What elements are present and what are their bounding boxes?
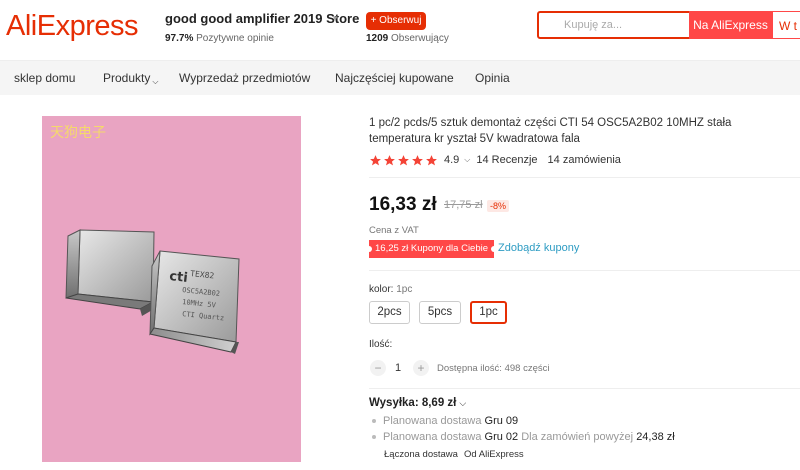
- star-icon: [370, 154, 381, 165]
- followers-label: Obserwujący: [391, 33, 449, 44]
- option-1pc[interactable]: 1pc: [470, 301, 507, 324]
- divider: [369, 388, 800, 389]
- delivery-date: Gru 02: [484, 431, 519, 443]
- followers-count: 1209 Obserwujący: [366, 33, 449, 44]
- quantity-value[interactable]: 1: [395, 362, 401, 374]
- nav-label: sklep domu: [14, 71, 76, 85]
- get-coupons-link[interactable]: Zdobądź kupony: [498, 242, 579, 254]
- nav-label: Wyprzedaż przedmiotów: [179, 71, 311, 85]
- star-icon: [384, 154, 395, 165]
- option-2pcs[interactable]: 2pcs: [369, 301, 410, 324]
- star-icon: [398, 154, 409, 165]
- followers-number: 1209: [366, 33, 389, 44]
- nav-label: Produkty: [103, 71, 151, 85]
- divider: [369, 270, 800, 271]
- coupon-badge[interactable]: 16,25 zł Kupony dla Ciebie: [365, 240, 498, 258]
- rating-stars: [369, 154, 438, 167]
- aliexpress-logo[interactable]: AliExpress: [6, 10, 139, 43]
- nav-item-sale[interactable]: Wyprzedaż przedmiotów: [179, 71, 310, 85]
- shipping-selector[interactable]: Wysyłka: 8,69 zł ⌵: [369, 397, 466, 409]
- current-price: 16,33 zł: [369, 194, 437, 215]
- shipping-origin: Od AliExpress: [463, 449, 524, 460]
- delivery-threshold: 24,38 zł: [636, 431, 675, 443]
- chevron-down-icon[interactable]: ⌵: [464, 155, 470, 165]
- orders-count: 14 zamówienia: [547, 154, 621, 166]
- nav-item-top-selling[interactable]: Najczęściej kupowane: [335, 71, 454, 85]
- stock-available: Dostępna ilość: 498 części: [437, 363, 550, 374]
- nav-label: Najczęściej kupowane: [335, 71, 454, 85]
- option-5pcs[interactable]: 5pcs: [419, 301, 461, 324]
- header: AliExpress good good amplifier 2019 Stor…: [0, 0, 800, 60]
- quantity-label: Ilość:: [369, 339, 393, 350]
- divider: [369, 177, 800, 178]
- rating-score: 4.9: [444, 154, 460, 166]
- search-input[interactable]: [539, 13, 689, 37]
- original-price: 17,75 zł: [444, 199, 483, 211]
- delivery-estimate-1: Planowana dostawa Gru 09: [372, 415, 518, 427]
- vat-note: Cena z VAT: [369, 225, 419, 236]
- store-rating-value: 97.7%: [165, 33, 194, 44]
- bullet-icon: [372, 419, 376, 424]
- combined-shipping: Łączona dostawa Od AliExpress: [384, 449, 524, 460]
- star-icon: [426, 154, 437, 165]
- search-box: Na AliExpress W t: [537, 11, 800, 39]
- shipping-title: Wysyłka: 8,69 zł: [369, 397, 457, 409]
- reviews-count[interactable]: 14 Recenzje: [476, 154, 537, 166]
- delivery-estimate-2: Planowana dostawa Gru 02 Dla zamówień po…: [372, 431, 675, 443]
- color-label: kolor: 1pc: [369, 284, 412, 295]
- product-title: 1 pc/2 pcds/5 sztuk demontaż części CTI …: [369, 117, 732, 145]
- store-rating-label: Pozytywne opinie: [196, 33, 274, 44]
- oscillator-photo: cti TEX82 OSC5A2B02 10MHz 5V CTI Quartz: [65, 229, 240, 354]
- color-value: 1pc: [396, 284, 413, 295]
- search-aliexpress-button[interactable]: Na AliExpress: [689, 11, 772, 39]
- delivery-label: Planowana dostawa: [383, 415, 482, 427]
- product-image[interactable]: 天狗电子 cti TEX82 OSC5A2B02 10MHz 5V CTI Qu…: [42, 116, 301, 462]
- follow-button[interactable]: + Obserwuj: [366, 12, 426, 30]
- delivery-date: Gru 09: [484, 415, 519, 427]
- nav-item-products[interactable]: Produkty ⌵: [103, 71, 159, 86]
- quantity-minus-button[interactable]: −: [370, 360, 386, 376]
- quantity-plus-button[interactable]: +: [413, 360, 429, 376]
- nav-item-home[interactable]: sklep domu: [14, 71, 75, 85]
- store-name[interactable]: good good amplifier 2019 Store: [165, 11, 359, 26]
- color-label-text: kolor:: [369, 284, 394, 295]
- rating-row[interactable]: 4.9 ⌵ 14 Recenzje 14 zamówienia: [369, 153, 621, 167]
- star-icon: [412, 154, 423, 165]
- delivery-condition: Dla zamówień powyżej: [521, 431, 634, 443]
- chevron-down-icon: ⌵: [459, 398, 467, 408]
- search-store-button[interactable]: W t: [772, 11, 800, 39]
- store-nav: sklep domu Produkty ⌵ Wyprzedaż przedmiot…: [0, 60, 800, 95]
- delivery-label: Planowana dostawa: [383, 431, 482, 443]
- bullet-icon: [372, 435, 376, 440]
- store-rating: 97.7% Pozytywne opinie: [165, 33, 274, 44]
- nav-item-feedback[interactable]: Opinia: [475, 71, 510, 85]
- chevron-down-icon[interactable]: ▾: [333, 13, 338, 24]
- chevron-down-icon: ⌵: [152, 77, 159, 86]
- discount-badge: -8%: [487, 200, 510, 212]
- nav-label: Opinia: [475, 71, 510, 85]
- combined-shipping-label: Łączona dostawa: [384, 449, 458, 460]
- svg-text:cti: cti: [169, 269, 189, 286]
